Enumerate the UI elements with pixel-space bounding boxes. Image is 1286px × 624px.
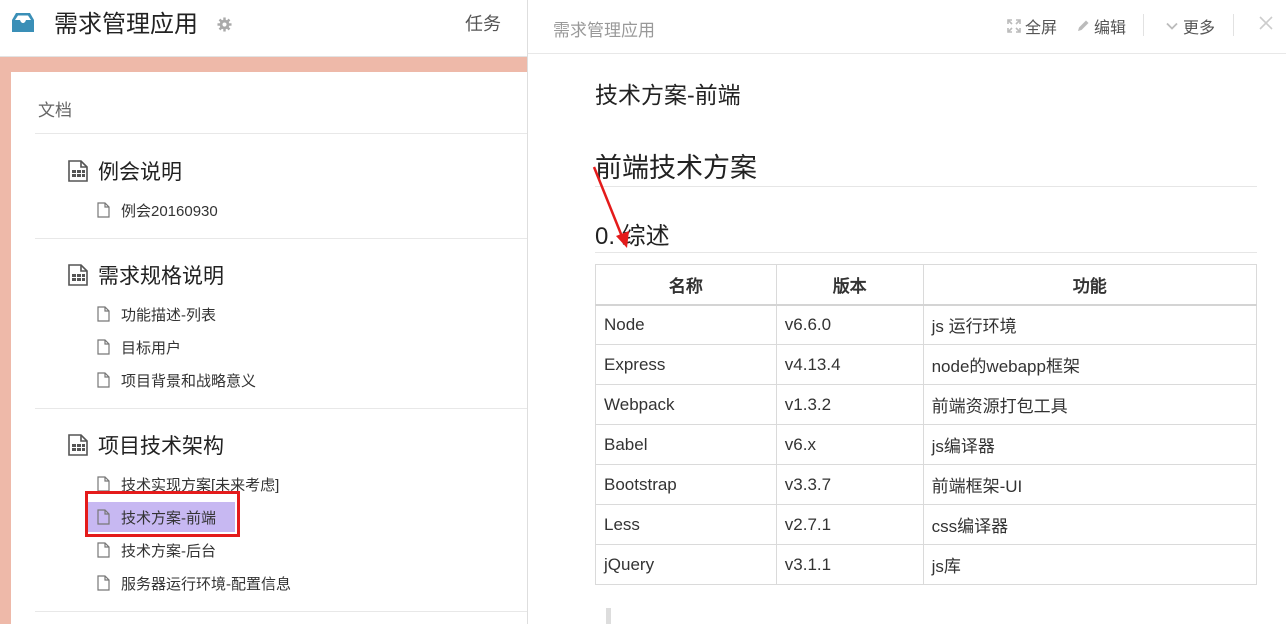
document-reader: 需求管理应用 全屏 编辑 更多 技术方案-前端 前端技术方案 0. 综述 名称 … bbox=[527, 0, 1286, 624]
highlight-annotation-box bbox=[85, 491, 240, 537]
document-stack-icon bbox=[68, 160, 88, 182]
doc-item[interactable]: 例会20160930 bbox=[87, 195, 218, 225]
fullscreen-button[interactable]: 全屏 bbox=[1007, 14, 1057, 38]
nav-tab-task[interactable]: 任务 bbox=[465, 12, 501, 36]
divider bbox=[35, 133, 527, 134]
file-icon bbox=[97, 476, 110, 492]
table-header-row: 名称 版本 功能 bbox=[595, 264, 1258, 306]
table-cell: v6.x bbox=[775, 424, 924, 465]
chevron-down-icon bbox=[1166, 22, 1178, 30]
table-row: Bootstrap v3.3.7 前端框架-UI bbox=[595, 464, 1258, 505]
more-button[interactable]: 更多 bbox=[1165, 14, 1215, 38]
file-icon bbox=[97, 339, 110, 355]
inbox-logo-icon[interactable] bbox=[10, 12, 36, 34]
document-title: 技术方案-前端 bbox=[595, 82, 741, 108]
file-icon bbox=[97, 306, 110, 322]
file-icon bbox=[97, 542, 110, 558]
table-cell: v3.1.1 bbox=[775, 544, 924, 585]
table-cell: 前端资源打包工具 bbox=[922, 384, 1258, 425]
expand-icon bbox=[1007, 19, 1021, 33]
category-label: 项目技术架构 bbox=[98, 435, 224, 458]
document-stack-icon bbox=[68, 434, 88, 456]
table-cell: Babel bbox=[595, 424, 777, 465]
table-cell: v6.6.0 bbox=[775, 304, 924, 345]
category-label: 需求规格说明 bbox=[98, 265, 224, 288]
table-cell: v2.7.1 bbox=[775, 504, 924, 545]
document-tree-panel: 文档 例会说明 例会20160930 需求规格说明 功能描述-列表 目标用户 项… bbox=[11, 72, 527, 624]
heading-rule bbox=[595, 252, 1257, 253]
column-header: 名称 bbox=[595, 264, 777, 306]
divider bbox=[35, 611, 527, 612]
doc-item[interactable]: 功能描述-列表 bbox=[87, 299, 216, 329]
table-cell: Less bbox=[595, 504, 777, 545]
column-header: 版本 bbox=[775, 264, 924, 306]
document-stack-icon bbox=[68, 264, 88, 286]
more-label: 更多 bbox=[1183, 20, 1216, 37]
table-cell: Bootstrap bbox=[595, 464, 777, 505]
table-cell: css编译器 bbox=[922, 504, 1258, 545]
table-cell: Express bbox=[595, 344, 777, 385]
table-cell: v1.3.2 bbox=[775, 384, 924, 425]
doc-item[interactable]: 目标用户 bbox=[87, 332, 181, 362]
doc-item[interactable]: 项目背景和战略意义 bbox=[87, 365, 256, 395]
reader-breadcrumb[interactable]: 需求管理应用 bbox=[553, 16, 655, 41]
table-cell: Node bbox=[595, 304, 777, 345]
table-cell: node的webapp框架 bbox=[922, 344, 1258, 385]
table-row: jQuery v3.1.1 js库 bbox=[595, 544, 1258, 585]
edit-button[interactable]: 编辑 bbox=[1076, 14, 1126, 38]
doc-label: 功能描述-列表 bbox=[121, 306, 216, 324]
doc-item[interactable]: 技术方案-后台 bbox=[87, 535, 216, 565]
divider bbox=[35, 408, 527, 409]
column-header: 功能 bbox=[922, 264, 1258, 306]
table-cell: jQuery bbox=[595, 544, 777, 585]
heading-2: 0. 综述 bbox=[595, 223, 670, 250]
file-icon bbox=[97, 372, 110, 388]
doc-label: 技术方案-后台 bbox=[121, 542, 216, 560]
reader-toolbar: 需求管理应用 全屏 编辑 更多 bbox=[528, 0, 1286, 54]
heading-1: 前端技术方案 bbox=[595, 153, 757, 183]
doc-label: 目标用户 bbox=[121, 339, 182, 357]
gear-icon[interactable] bbox=[217, 17, 232, 32]
toolbar-separator bbox=[1233, 14, 1234, 36]
app-title: 需求管理应用 bbox=[54, 11, 198, 38]
pencil-icon bbox=[1078, 20, 1089, 31]
app-header: 需求管理应用 任务 bbox=[0, 0, 527, 57]
category-tech-architecture[interactable]: 项目技术架构 bbox=[68, 430, 224, 460]
table-row: Express v4.13.4 node的webapp框架 bbox=[595, 344, 1258, 385]
table-cell: 前端框架-UI bbox=[922, 464, 1258, 505]
panel-title: 文档 bbox=[38, 101, 72, 120]
blockquote-bar bbox=[606, 608, 611, 624]
toolbar-separator bbox=[1143, 14, 1144, 36]
table-row: Less v2.7.1 css编译器 bbox=[595, 504, 1258, 545]
doc-label: 项目背景和战略意义 bbox=[121, 372, 257, 390]
table-cell: js库 bbox=[922, 544, 1258, 585]
close-icon[interactable] bbox=[1257, 12, 1275, 34]
table-row: Webpack v1.3.2 前端资源打包工具 bbox=[595, 384, 1258, 425]
fullscreen-label: 全屏 bbox=[1025, 20, 1058, 37]
table-cell: v4.13.4 bbox=[775, 344, 924, 385]
table-cell: js编译器 bbox=[922, 424, 1258, 465]
doc-label: 服务器运行环境-配置信息 bbox=[121, 575, 291, 593]
table-cell: js 运行环境 bbox=[922, 304, 1258, 345]
doc-label: 例会20160930 bbox=[121, 202, 218, 220]
doc-item[interactable]: 服务器运行环境-配置信息 bbox=[87, 568, 291, 598]
tech-stack-table: 名称 版本 功能 Node v6.6.0 js 运行环境 Express v4.… bbox=[595, 264, 1258, 585]
table-row: Babel v6.x js编译器 bbox=[595, 424, 1258, 465]
divider bbox=[35, 238, 527, 239]
edit-label: 编辑 bbox=[1094, 20, 1127, 37]
table-cell: Webpack bbox=[595, 384, 777, 425]
category-requirements-spec[interactable]: 需求规格说明 bbox=[68, 260, 224, 290]
file-icon bbox=[97, 202, 110, 218]
file-icon bbox=[97, 575, 110, 591]
category-meeting-notes[interactable]: 例会说明 bbox=[68, 156, 182, 186]
table-row: Node v6.6.0 js 运行环境 bbox=[595, 304, 1258, 345]
category-label: 例会说明 bbox=[98, 161, 182, 184]
heading-rule bbox=[595, 186, 1257, 187]
table-cell: v3.3.7 bbox=[775, 464, 924, 505]
